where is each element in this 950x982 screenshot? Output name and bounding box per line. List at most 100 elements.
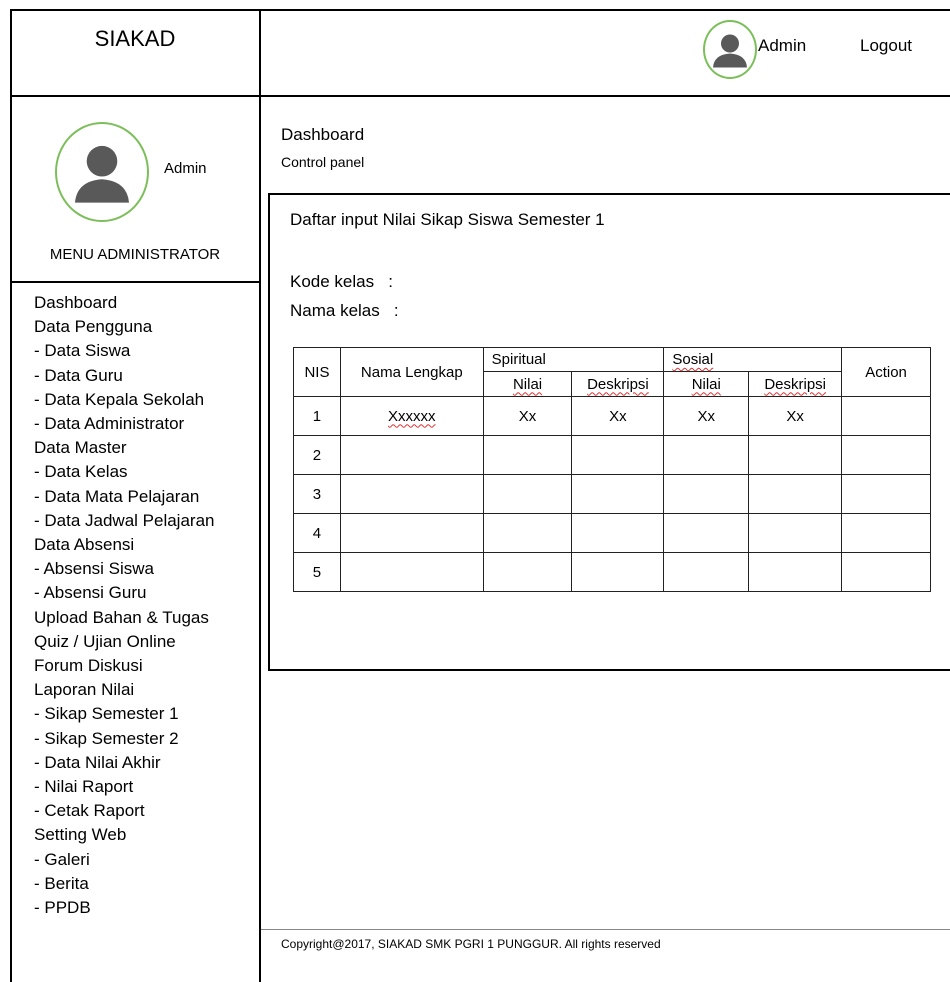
logout-link[interactable]: Logout (860, 36, 912, 56)
cell-sosial-nilai[interactable] (663, 552, 750, 592)
footer-copyright: Copyright@2017, SIAKAD SMK PGRI 1 PUNGGU… (281, 937, 661, 951)
header-sosial-text: Sosial (672, 351, 714, 368)
nama-kelas-label: Nama kelas : (290, 301, 399, 320)
cell-nama[interactable] (339, 474, 484, 514)
cell-nis: 5 (293, 552, 341, 592)
sidebar-item-cetak-raport[interactable]: - Cetak Raport (34, 799, 214, 823)
sidebar-item-data-nilai-akhir[interactable]: - Data Nilai Akhir (34, 751, 214, 775)
cell-spiritual-nilai[interactable] (482, 435, 573, 475)
sidebar-item-data-kepala-sekolah[interactable]: - Data Kepala Sekolah (34, 388, 214, 412)
cell-nis: 2 (293, 435, 341, 475)
sidebar-item-data-kelas[interactable]: - Data Kelas (34, 460, 214, 484)
page-title: Dashboard (281, 125, 365, 144)
header-sosial: Sosial (663, 347, 843, 372)
cell-spiritual-deskripsi[interactable] (571, 552, 665, 592)
header-spiritual: Spiritual (482, 347, 665, 372)
sidebar-user-name: Admin (164, 160, 207, 177)
sidebar-item-ppdb[interactable]: - PPDB (34, 896, 214, 920)
header-sosial-nilai-text: Nilai (691, 375, 721, 393)
header-nis: NIS (293, 347, 341, 397)
cell-action[interactable] (841, 474, 931, 514)
cell-action[interactable] (841, 435, 931, 475)
cell-nama[interactable] (339, 435, 484, 475)
sidebar-menu-divider (10, 281, 261, 283)
sidebar-item-galeri[interactable]: - Galeri (34, 848, 214, 872)
sidebar-item-sikap-semester-2[interactable]: - Sikap Semester 2 (34, 727, 214, 751)
kode-kelas-label: Kode kelas : (290, 272, 394, 291)
cell-sosial-deskripsi[interactable]: Xx (748, 396, 843, 436)
sidebar-item-laporan-nilai[interactable]: Laporan Nilai (34, 678, 214, 702)
cell-spiritual-nilai[interactable] (482, 474, 573, 514)
sidebar-item-data-jadwal-pelajaran[interactable]: - Data Jadwal Pelajaran (34, 509, 214, 533)
table-row: 4 (293, 513, 931, 553)
header-bottom-border (10, 95, 950, 97)
sidebar-item-quiz-ujian-online[interactable]: Quiz / Ujian Online (34, 630, 214, 654)
header-avatar-icon[interactable] (703, 20, 757, 79)
cell-sosial-nilai[interactable]: Xx (663, 396, 750, 436)
header-spiritual-nilai-text: Nilai (512, 375, 543, 393)
cell-spiritual-deskripsi[interactable] (571, 435, 665, 475)
cell-nis: 3 (293, 474, 341, 514)
footer-top-border (261, 929, 950, 930)
table-row: 5 (293, 552, 931, 592)
sidebar-menu: Dashboard Data Pengguna - Data Siswa - D… (34, 291, 214, 920)
cell-sosial-deskripsi[interactable] (748, 474, 843, 514)
cell-spiritual-nilai[interactable] (482, 513, 573, 553)
cell-sosial-deskripsi[interactable] (748, 435, 843, 475)
sidebar-divider (259, 9, 261, 982)
nilai-sikap-table: NIS Nama Lengkap Spiritual Sosial Action… (293, 347, 931, 592)
header-sosial-nilai: Nilai (663, 371, 750, 397)
sidebar-item-data-mata-pelajaran[interactable]: - Data Mata Pelajaran (34, 485, 214, 509)
sidebar-item-data-siswa[interactable]: - Data Siswa (34, 339, 214, 363)
cell-sosial-nilai[interactable] (663, 474, 750, 514)
sidebar-item-upload-bahan-tugas[interactable]: Upload Bahan & Tugas (34, 606, 214, 630)
sidebar-item-nilai-raport[interactable]: - Nilai Raport (34, 775, 214, 799)
cell-sosial-nilai[interactable] (663, 513, 750, 553)
sidebar-item-data-master[interactable]: Data Master (34, 436, 214, 460)
cell-spiritual-nilai[interactable] (482, 552, 573, 592)
sidebar-item-berita[interactable]: - Berita (34, 872, 214, 896)
cell-nis: 4 (293, 513, 341, 553)
cell-spiritual-deskripsi[interactable] (571, 513, 665, 553)
sidebar-menu-title: MENU ADMINISTRATOR (49, 246, 221, 263)
table-row: 1 Xxxxxx Xx Xx Xx Xx (293, 396, 931, 436)
header-action: Action (841, 347, 931, 397)
header-sosial-deskripsi: Deskripsi (748, 371, 843, 397)
cell-spiritual-nilai[interactable]: Xx (482, 396, 573, 436)
frame-left-border (10, 9, 12, 982)
cell-action[interactable] (841, 513, 931, 553)
sidebar-item-absensi-guru[interactable]: - Absensi Guru (34, 581, 214, 605)
cell-sosial-deskripsi[interactable] (748, 513, 843, 553)
header-spiritual-deskripsi-text: Deskripsi (587, 375, 649, 393)
cell-spiritual-deskripsi[interactable]: Xx (571, 396, 665, 436)
header-sosial-deskripsi-text: Deskripsi (764, 375, 826, 393)
frame-top-border (10, 9, 950, 11)
cell-nama[interactable] (339, 513, 484, 553)
sidebar-item-sikap-semester-1[interactable]: - Sikap Semester 1 (34, 702, 214, 726)
header-user-name[interactable]: Admin (758, 36, 806, 56)
sidebar-item-dashboard[interactable]: Dashboard (34, 291, 214, 315)
sidebar-avatar-icon (55, 122, 149, 222)
cell-spiritual-deskripsi[interactable] (571, 474, 665, 514)
page-subtitle: Control panel (281, 154, 365, 170)
cell-sosial-nilai[interactable] (663, 435, 750, 475)
cell-nama-text: Xxxxxx (388, 407, 436, 425)
table-row: 2 (293, 435, 931, 475)
sidebar-item-data-guru[interactable]: - Data Guru (34, 364, 214, 388)
panel-title: Daftar input Nilai Sikap Siswa Semester … (290, 210, 605, 229)
header-spiritual-deskripsi: Deskripsi (571, 371, 665, 397)
sidebar-item-forum-diskusi[interactable]: Forum Diskusi (34, 654, 214, 678)
cell-action[interactable] (841, 396, 931, 436)
sidebar-item-data-administrator[interactable]: - Data Administrator (34, 412, 214, 436)
header-nama-lengkap: Nama Lengkap (339, 347, 484, 397)
cell-nama[interactable] (339, 552, 484, 592)
cell-sosial-deskripsi[interactable] (748, 552, 843, 592)
table-row: 3 (293, 474, 931, 514)
app-title[interactable]: SIAKAD (10, 26, 260, 52)
cell-action[interactable] (841, 552, 931, 592)
cell-nama[interactable]: Xxxxxx (339, 396, 484, 436)
sidebar-item-data-pengguna[interactable]: Data Pengguna (34, 315, 214, 339)
sidebar-item-data-absensi[interactable]: Data Absensi (34, 533, 214, 557)
sidebar-item-setting-web[interactable]: Setting Web (34, 823, 214, 847)
sidebar-item-absensi-siswa[interactable]: - Absensi Siswa (34, 557, 214, 581)
